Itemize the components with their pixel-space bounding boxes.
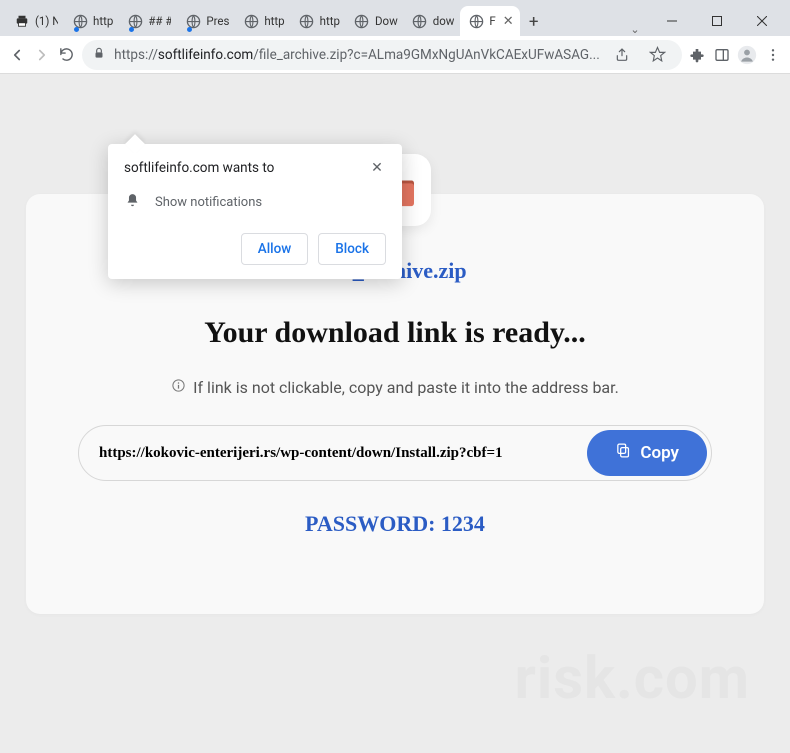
tab-3[interactable]: Pres xyxy=(177,6,235,36)
tab-4[interactable]: http xyxy=(235,6,290,36)
copy-label: Copy xyxy=(640,443,679,463)
tab-6[interactable]: Dow xyxy=(346,6,404,36)
tab-label: ## # xyxy=(148,14,171,28)
tab-label: Pres xyxy=(206,14,229,28)
tab-strip: (1) N http ## # Pres http http Dow dow F… xyxy=(0,0,790,36)
tab-1[interactable]: http xyxy=(64,6,119,36)
globe-icon xyxy=(468,13,484,29)
bell-icon xyxy=(124,192,141,213)
tab-label: Dow xyxy=(375,14,398,28)
sidepanel-icon[interactable] xyxy=(713,41,732,69)
maximize-button[interactable] xyxy=(694,6,739,36)
tab-label: F xyxy=(489,14,495,28)
url-path: /file_archive.zip?c=ALma9GMxNgUAnVkCAExU… xyxy=(253,47,600,63)
download-heading: Your download link is ready... xyxy=(66,316,724,350)
toolbar: https://softlifeinfo.com/file_archive.zi… xyxy=(0,36,790,74)
hint-text: If link is not clickable, copy and paste… xyxy=(193,378,619,397)
share-icon[interactable] xyxy=(608,41,636,69)
notif-message: Show notifications xyxy=(155,195,262,210)
menu-icon[interactable] xyxy=(763,41,782,69)
loading-dot-icon xyxy=(129,27,134,32)
globe-icon xyxy=(243,13,259,29)
extensions-icon[interactable] xyxy=(688,41,707,69)
url-text: https://softlifeinfo.com/file_archive.zi… xyxy=(114,47,600,63)
hint-row: If link is not clickable, copy and paste… xyxy=(66,378,724,397)
loading-dot-icon xyxy=(187,27,192,32)
tab-5[interactable]: http xyxy=(291,6,346,36)
address-bar[interactable]: https://softlifeinfo.com/file_archive.zi… xyxy=(82,40,682,70)
globe-icon xyxy=(354,13,370,29)
info-icon xyxy=(171,378,186,397)
back-button[interactable] xyxy=(8,41,27,69)
tab-label: dow xyxy=(433,14,455,28)
globe-icon xyxy=(412,13,428,29)
profile-icon[interactable] xyxy=(737,41,757,69)
copy-icon xyxy=(615,442,632,464)
reload-button[interactable] xyxy=(57,41,76,69)
tab-label: http xyxy=(320,14,340,28)
tab-label: http xyxy=(93,14,113,28)
tab-close-icon[interactable]: ✕ xyxy=(501,14,514,29)
tab-2[interactable]: ## # xyxy=(119,6,177,36)
lock-icon[interactable] xyxy=(92,46,106,64)
copy-button[interactable]: Copy xyxy=(587,430,707,476)
loading-dot-icon xyxy=(74,27,79,32)
url-host: softlifeinfo.com xyxy=(158,47,253,63)
minimize-button[interactable] xyxy=(649,6,694,36)
bookmark-icon[interactable] xyxy=(644,41,672,69)
tab-overflow-icon[interactable]: ⌄ xyxy=(621,23,649,36)
tab-label: http xyxy=(264,14,284,28)
tab-0[interactable]: (1) N xyxy=(6,6,64,36)
watermark-text: risk.com xyxy=(515,645,750,713)
forward-button[interactable] xyxy=(33,41,52,69)
link-row: https://kokovic-enterijeri.rs/wp-content… xyxy=(78,425,712,481)
url-protocol: https:// xyxy=(114,47,158,63)
password-text: PASSWORD: 1234 xyxy=(66,511,724,537)
tab-7[interactable]: dow xyxy=(404,6,461,36)
tab-8-active[interactable]: F ✕ xyxy=(460,6,519,36)
block-button[interactable]: Block xyxy=(318,233,386,265)
notif-title: softlifeinfo.com wants to xyxy=(124,160,274,176)
globe-icon xyxy=(299,13,315,29)
close-window-button[interactable] xyxy=(739,6,784,36)
printer-icon xyxy=(14,13,30,29)
allow-button[interactable]: Allow xyxy=(241,233,309,265)
notification-popup: softlifeinfo.com wants to ✕ Show notific… xyxy=(108,144,402,279)
notif-close-icon[interactable]: ✕ xyxy=(368,160,386,176)
new-tab-button[interactable]: + xyxy=(520,8,548,36)
download-link[interactable]: https://kokovic-enterijeri.rs/wp-content… xyxy=(79,426,583,480)
tab-label: (1) N xyxy=(35,14,58,28)
page: risk.com file_archive.zip Your download … xyxy=(0,74,790,753)
